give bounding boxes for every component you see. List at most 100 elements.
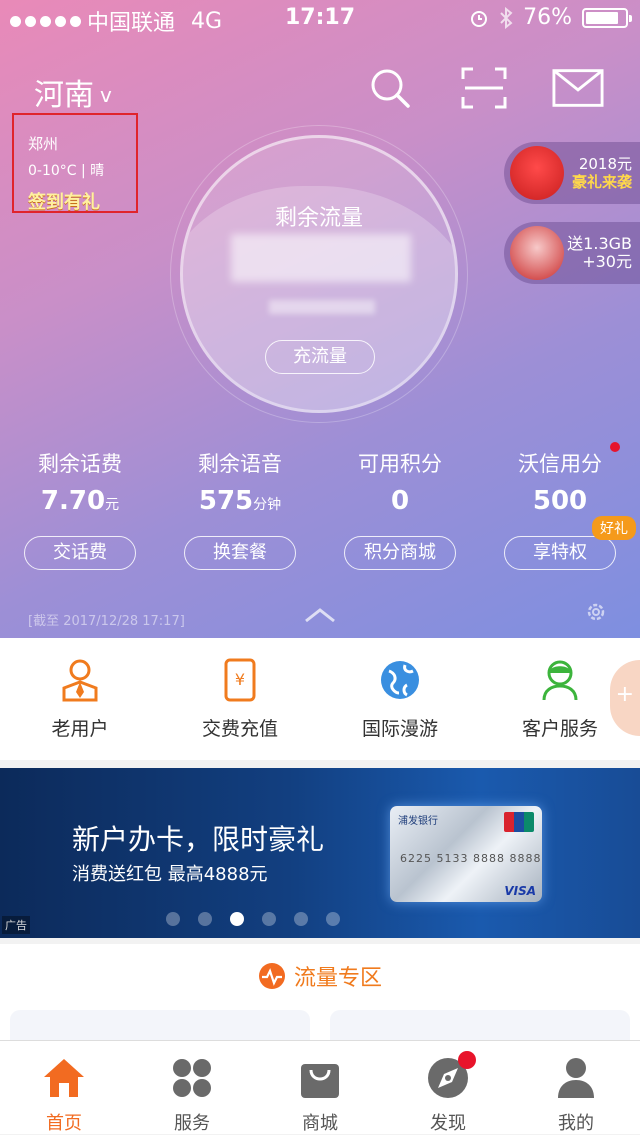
reward-label: 有礼 — [64, 192, 100, 213]
pay-bill-button[interactable]: 交话费 — [24, 536, 136, 570]
chevron-down-icon: v — [100, 83, 112, 107]
stat-value: 500 — [480, 486, 640, 516]
quick-roaming[interactable]: 国际漫游 — [320, 638, 480, 760]
pager-dot[interactable] — [326, 912, 340, 926]
flow-zone: 流量专区 — [0, 944, 640, 1050]
stat-unit: 元 — [105, 497, 120, 513]
gauge-value-redacted — [231, 234, 411, 282]
home-icon — [0, 1053, 128, 1103]
gauge-title: 剩余流量 — [274, 206, 363, 231]
credit-card-image: 浦发银行 6225 5133 8888 8888 VISA — [390, 806, 542, 902]
notification-dot — [610, 442, 620, 452]
gift-stocking-icon — [510, 146, 564, 200]
checkin-reward-link[interactable]: 签到有礼 — [28, 188, 136, 214]
battery-label: 76% — [523, 5, 572, 30]
stat-voice: 剩余语音 575分钟 换套餐 — [160, 448, 320, 570]
svg-text:¥: ¥ — [235, 670, 245, 689]
card-bank: 浦发银行 — [398, 816, 438, 827]
ad-tag: 广告 — [2, 916, 30, 934]
pager-dot[interactable] — [262, 912, 276, 926]
pager-dot[interactable] — [230, 912, 244, 926]
tab-mall[interactable]: 商城 — [256, 1041, 384, 1134]
checkin-label: 签到 — [28, 192, 64, 213]
visa-logo: VISA — [504, 884, 536, 898]
user-icon — [512, 1053, 640, 1103]
weather-city: 郑州 — [28, 135, 59, 153]
status-right: 76% — [469, 5, 632, 30]
mail-icon[interactable] — [552, 64, 604, 112]
compass-icon — [384, 1053, 512, 1103]
status-bar: 中国联通 4G 17:17 76% — [0, 0, 640, 36]
quick-menu: 老用户 ¥ 交费充值 国际漫游 客户服务 — [0, 638, 640, 760]
promo-text: 送1.3GB +30元 — [567, 235, 632, 271]
stat-unit: 分钟 — [253, 497, 282, 513]
flow-zone-header: 流量专区 — [0, 960, 640, 992]
quick-label: 交费充值 — [201, 718, 278, 740]
tab-label: 服务 — [174, 1113, 210, 1134]
stat-label: 可用积分 — [358, 452, 442, 476]
stat-label: 剩余话费 — [38, 452, 122, 476]
stat-number: 500 — [532, 486, 588, 516]
tab-discover[interactable]: 发现 — [384, 1041, 512, 1134]
stat-balance: 剩余话费 7.70元 交话费 — [0, 448, 160, 570]
tab-label: 我的 — [558, 1113, 594, 1134]
ad-banner[interactable]: 新户办卡，限时豪礼 消费送红包 最高4888元 浦发银行 6225 5133 8… — [0, 768, 640, 938]
pager-dot[interactable] — [198, 912, 212, 926]
quick-old-user[interactable]: 老用户 — [0, 638, 160, 760]
promo-text: 2018元 豪礼来袭 — [572, 155, 632, 191]
stat-value: 575分钟 — [160, 486, 320, 516]
quick-payment[interactable]: ¥ 交费充值 — [160, 638, 320, 760]
recharge-data-button[interactable]: 充流量 — [265, 340, 375, 374]
pager-dot[interactable] — [166, 912, 180, 926]
region-label: 河南 — [34, 78, 94, 113]
promo-data-bonus[interactable]: 送1.3GB +30元 — [504, 222, 640, 284]
service-grid-icon — [128, 1053, 256, 1103]
tab-service[interactable]: 服务 — [128, 1041, 256, 1134]
tab-label: 发现 — [430, 1113, 466, 1134]
pulse-icon — [258, 963, 285, 989]
hero-panel: 中国联通 4G 17:17 76% 河南 v 郑州 0-10°C | 晴 签到有… — [0, 0, 640, 638]
chevron-up-icon[interactable] — [303, 606, 337, 624]
points-mall-button[interactable]: 积分商城 — [344, 536, 456, 570]
payment-phone-icon: ¥ — [160, 658, 320, 702]
promo-line2: +30元 — [582, 252, 632, 271]
region-selector[interactable]: 河南 v — [34, 70, 112, 114]
stat-points: 可用积分 0 积分商城 — [320, 448, 480, 570]
alarm-icon — [471, 10, 488, 27]
gauge-detail-redacted — [269, 300, 375, 314]
promo-avatar-icon — [510, 226, 564, 280]
quick-label: 国际漫游 — [361, 718, 438, 740]
scan-icon[interactable] — [458, 64, 510, 112]
notification-dot — [458, 1051, 476, 1069]
stat-number: 575 — [198, 486, 254, 516]
pager-dot[interactable] — [294, 912, 308, 926]
banner-pager — [166, 912, 340, 926]
gear-icon[interactable] — [584, 600, 608, 624]
stat-number: 7.70 — [40, 486, 106, 516]
weather-checkin-box[interactable]: 郑州 0-10°C | 晴 签到有礼 — [12, 113, 138, 213]
search-icon[interactable] — [364, 64, 416, 112]
promo-2018-gift[interactable]: 2018元 豪礼来袭 — [504, 142, 640, 204]
change-plan-button[interactable]: 换套餐 — [184, 536, 296, 570]
stat-label: 剩余语音 — [198, 452, 282, 476]
banner-headline: 新户办卡，限时豪礼 — [72, 823, 325, 856]
tab-home[interactable]: 首页 — [0, 1041, 128, 1134]
card-number: 6225 5133 8888 8888 — [400, 852, 542, 865]
tab-label: 商城 — [302, 1113, 338, 1134]
stat-label: 沃信用分 — [518, 452, 602, 476]
privileges-button[interactable]: 享特权 — [504, 536, 616, 570]
bluetooth-icon — [500, 6, 513, 29]
stat-number: 0 — [390, 486, 410, 516]
weather-temp: 0-10°C | 晴 — [28, 163, 105, 179]
data-remaining-gauge: 剩余流量 充流量 — [180, 135, 458, 413]
promo-line1: 送1.3GB — [567, 234, 632, 253]
gift-badge: 好礼 — [592, 516, 636, 540]
bottom-tab-bar: 首页 服务 商城 发现 我的 — [0, 1040, 640, 1134]
tab-mine[interactable]: 我的 — [512, 1041, 640, 1134]
stat-value: 7.70元 — [0, 486, 160, 516]
stat-credit: 沃信用分 500 好礼 享特权 — [480, 442, 640, 570]
flow-zone-title: 流量专区 — [293, 966, 382, 991]
banner-subline: 消费送红包 最高4888元 — [72, 864, 268, 885]
old-user-icon — [0, 658, 160, 702]
globe-icon — [320, 658, 480, 702]
